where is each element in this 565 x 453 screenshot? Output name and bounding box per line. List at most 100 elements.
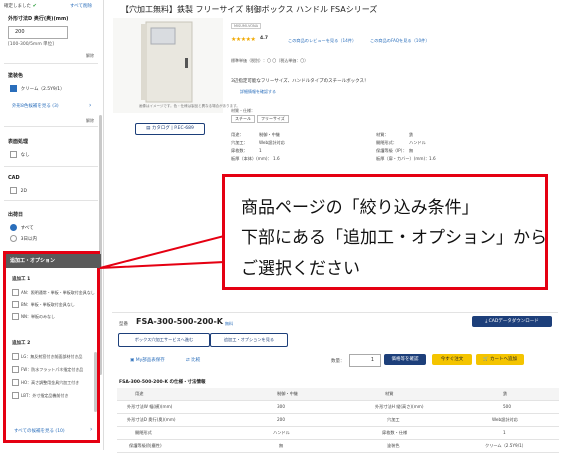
options-scrollbar[interactable] — [94, 352, 97, 412]
range-hint: [100-300/5mm 単位] — [8, 42, 54, 47]
divider — [4, 126, 98, 127]
table-row: 用途 制御・中継 材質 鉄 — [117, 388, 559, 401]
quantity-input[interactable]: 1 — [349, 354, 381, 367]
coating-option-label: クリーム（2.5Y9/1） — [20, 87, 65, 92]
checkbox-icon[interactable] — [12, 379, 19, 386]
coating-more-link[interactable]: 外形8色候補を見る (3) — [12, 103, 59, 109]
table-row: 扉枚数： 1 保護等級（IP）： 無 — [231, 148, 511, 156]
download-icon: ⤓ — [485, 319, 488, 324]
clear-coating-link[interactable]: 解除 — [86, 118, 94, 124]
coating-option[interactable]: クリーム（2.5Y9/1） — [10, 85, 65, 92]
table-row: 外形寸法D 奥行(奥)(mm) 200 穴加工 Web設計対応 — [117, 414, 559, 427]
surface-label: 表面処理 — [8, 139, 29, 145]
cad-download-button[interactable]: ⤓ CADデータダウンロード — [472, 316, 552, 327]
checkbox-icon[interactable] — [12, 301, 19, 308]
cad-download-label: CADデータダウンロード — [488, 319, 539, 324]
save-link-label: My部品表保存 — [135, 358, 165, 363]
radio-icon[interactable] — [10, 235, 17, 242]
model-number: FSA-300-500-200-K — [136, 317, 223, 326]
spec-value: 鉄 — [409, 132, 414, 137]
callout-line-1: 商品ページの「絞り込み条件」 — [241, 198, 479, 218]
ship-option-3days[interactable]: 3日以内 — [10, 235, 37, 242]
depth-input[interactable]: 200 — [8, 26, 68, 39]
chevron-right-icon[interactable]: › — [90, 426, 92, 433]
brand-badge: MISUMI-VONA — [231, 23, 262, 29]
tag-steel[interactable]: スチール — [231, 115, 255, 123]
hole-service-button[interactable]: ボックス穴加工サービスへ進む — [118, 333, 210, 347]
chevron-right-icon[interactable]: › — [89, 102, 91, 109]
checkbox-icon[interactable] — [12, 289, 19, 296]
quantity-label: 数量： — [331, 359, 345, 364]
spec-value: 制御・中継 — [259, 132, 280, 137]
checkbox-icon[interactable] — [12, 392, 19, 399]
list-item[interactable]: BN：単板・単板取付金具なし — [12, 301, 97, 313]
options-group2-list: LG：無反射窓付き前面部材付き品 FW：防水フラットパネ指定付き品 HO：高さ調… — [12, 353, 97, 405]
table-cell: クリーム（2.5Y9/1） — [485, 443, 526, 448]
options-group1-list: AN：照明通常・単板・単板取付金具なし BN：単板・単板取付金具なし NN：単板… — [12, 289, 97, 325]
save-parts-list-link[interactable]: ▣ My部品表保存 — [130, 357, 165, 363]
model-label: 型番 — [119, 322, 128, 327]
catalog-button-label: カタログ | P.EC-689 — [151, 126, 194, 131]
spec-value: 1 — [259, 148, 262, 153]
reviews-link[interactable]: この商品のレビューを見る（14件） — [288, 38, 356, 44]
table-cell: 200 — [277, 417, 285, 422]
spec-key: 保護等級（IP）： — [376, 148, 407, 153]
rating-stars-icon: ★★★★★ — [231, 36, 256, 43]
spec-detail-table: 用途 制御・中継 材質 鉄 外形寸法W 幅(横)(mm) 300 外形寸法H 縦… — [117, 388, 559, 453]
image-caption: 画像はイメージです。色・仕様は製品と異なる場合があります。 — [139, 104, 240, 108]
spec-details-link[interactable]: 詳細情報を確認する — [240, 89, 276, 95]
options-button[interactable]: 追加工・オプションを見る — [210, 333, 288, 347]
tag-freesize[interactable]: フリーサイズ — [257, 115, 289, 123]
catalog-button[interactable]: ▤ カタログ | P.EC-689 — [135, 123, 205, 135]
list-item[interactable]: HO：高さ調整用金具穴加工付き — [12, 379, 97, 392]
checkbox-icon[interactable] — [10, 187, 17, 194]
callout-line-2: 下部にある「追加工・オプション」から — [241, 228, 547, 248]
radio-checked-icon[interactable] — [10, 224, 17, 231]
options-panel-header[interactable]: 追加工・オプション — [6, 254, 101, 268]
checkbox-icon[interactable] — [12, 313, 19, 320]
ship-option-all[interactable]: すべて — [10, 224, 34, 231]
ship-option1-label: すべて — [20, 226, 34, 231]
options-more-link[interactable]: すべての候補を見る (10) — [14, 428, 65, 434]
checkbox-checked-icon[interactable] — [10, 85, 17, 92]
options-group2-label: 追加工 2 — [12, 341, 31, 346]
confirmed-status: 確定しました ✔ — [4, 3, 37, 9]
spec-key: 扉枚数： — [231, 148, 248, 153]
folder-icon: ▣ — [130, 358, 135, 363]
clear-all-link[interactable]: すべて削除 — [70, 3, 92, 9]
add-to-cart-button[interactable]: 🛒 カートへ追加 — [476, 354, 524, 365]
check-price-button[interactable]: 価格等を確認 — [384, 354, 426, 365]
cart-icon: 🛒 — [482, 357, 489, 362]
list-item[interactable]: FW：防水フラットパネ指定付き品 — [12, 366, 97, 379]
table-cell: 制御・中継 — [277, 391, 298, 396]
spec-value: ハンドル — [409, 140, 426, 145]
product-image[interactable] — [113, 18, 223, 113]
cad-option[interactable]: 2D — [10, 187, 27, 194]
checkbox-icon[interactable] — [12, 353, 19, 360]
checkbox-icon[interactable] — [12, 366, 19, 373]
table-cell: 用途 — [135, 391, 144, 396]
spec-value: 1.6 — [273, 156, 280, 161]
option-label: NN：単板のみなし — [21, 314, 55, 319]
spec-key: 材質： — [376, 132, 389, 137]
list-item[interactable]: NN：単板のみなし — [12, 313, 97, 325]
compare-link[interactable]: ⇄ 比較 — [186, 357, 200, 363]
divider — [112, 312, 558, 313]
options-group1-label: 追加工 1 — [12, 277, 31, 282]
order-now-button[interactable]: 今すぐ注文 — [432, 354, 472, 365]
clear-depth-link[interactable]: 解除 — [86, 53, 94, 59]
list-item[interactable]: LBT：外寸指定品機前付き — [12, 392, 97, 405]
depth-input-value: 200 — [15, 29, 25, 35]
list-item[interactable]: AN：照明通常・単板・単板取付金具なし — [12, 289, 97, 301]
checkbox-icon[interactable] — [10, 151, 17, 158]
confirmed-label: 確定しました — [4, 4, 31, 9]
option-label: LG：無反射窓付き前面部材付き品 — [21, 354, 83, 359]
list-item[interactable]: LG：無反射窓付き前面部材付き品 — [12, 353, 97, 366]
model-badge: 無料 — [225, 321, 233, 326]
add-to-cart-label: カートへ追加 — [490, 357, 518, 362]
faq-link[interactable]: この商品のFAQを見る（10件） — [370, 38, 430, 44]
surface-option[interactable]: なし — [10, 151, 30, 158]
tags-label: 材質・仕様： — [231, 108, 255, 113]
product-description: 3辺指定可能なフリーサイズ、ハンドルタイプのスチールボックス！ — [231, 79, 369, 84]
divider — [4, 166, 98, 167]
